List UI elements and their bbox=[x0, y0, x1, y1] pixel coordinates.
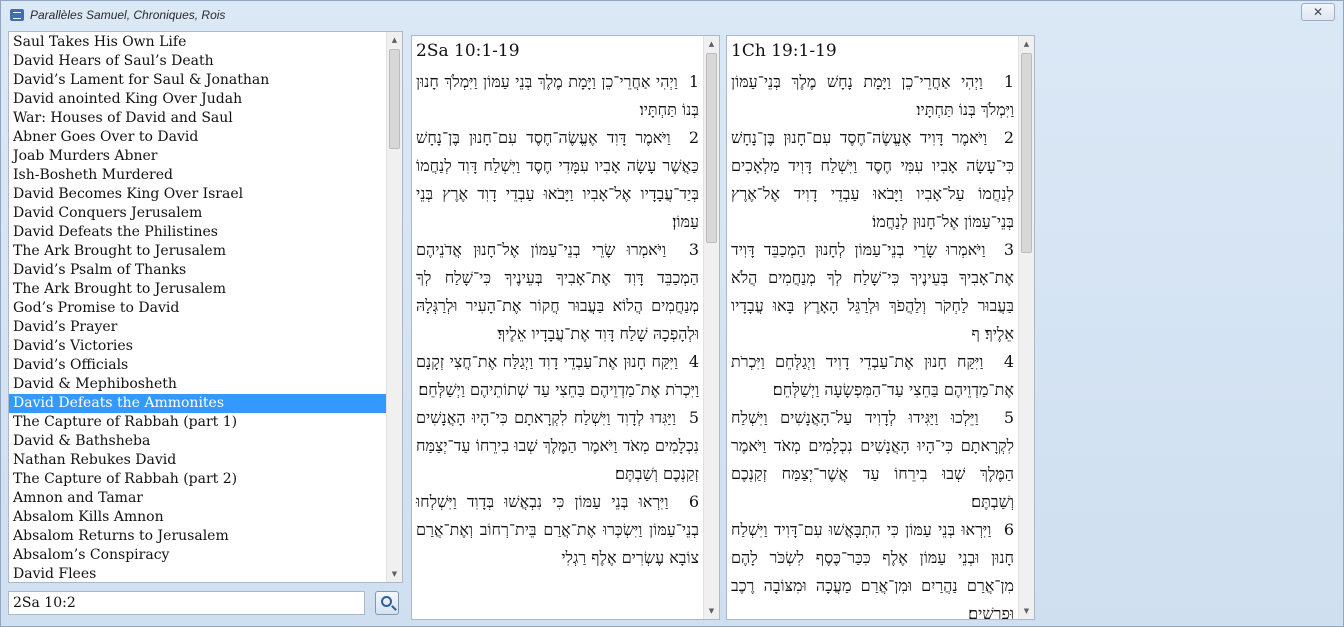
verse-text: וַיֹּאמְרוּ שָׂרֵי בְנֵי־עַמּוֹן אֶל־חָנ… bbox=[416, 240, 699, 343]
passage-text: 2Sa 10:1-19 1 וַיְהִי אַחֲרֵי־כֵן וַיָּמ… bbox=[412, 36, 703, 619]
list-item[interactable]: David’s Prayer bbox=[9, 318, 387, 337]
verse-text: וַיַּגִּדוּ לְדָוִד וַיִּשְׁלַח לִקְרָאת… bbox=[416, 408, 699, 483]
verse: 5 וַיֵּלְכוּ וַיַּגִּידוּ לְדָוִיד עַל־ה… bbox=[731, 404, 1014, 516]
verse: 6 וַיִּרְאוּ בְּנֵי עַמּוֹן כִּי הִתְבָּ… bbox=[731, 516, 1014, 619]
list-item[interactable]: David Conquers Jerusalem bbox=[9, 204, 387, 223]
scroll-down-arrow-icon[interactable]: ▼ bbox=[1019, 603, 1034, 619]
verse: 6 וַיִּרְאוּ בְּנֵי עַמּוֹן כִּי נִבְאֲש… bbox=[416, 488, 699, 572]
list-item[interactable]: The Capture of Rabbah (part 2) bbox=[9, 470, 387, 489]
verse-number: 2 bbox=[688, 128, 700, 147]
section-list[interactable]: Saul Takes His Own Life David Hears of Sa… bbox=[8, 31, 403, 583]
scroll-thumb[interactable] bbox=[706, 53, 717, 243]
passage-reference: 2Sa 10:1-19 bbox=[416, 41, 520, 61]
list-item[interactable]: The Ark Brought to Jerusalem bbox=[9, 280, 387, 299]
verse-number: 1 bbox=[688, 72, 700, 91]
passage-panel-chronicles[interactable]: 1Ch 19:1-19 1 וַיְהִי אַחֲרֵי־כֵן וַיָּמ… bbox=[726, 35, 1035, 620]
search-icon bbox=[381, 596, 392, 607]
verse-text: וַיֵּלְכוּ וַיַּגִּידוּ לְדָוִיד עַל־הָא… bbox=[731, 408, 1014, 511]
verse: 3 וַיֹּאמְרוּ שָׂרֵי בְנֵי־עַמּוֹן לְחָנ… bbox=[731, 236, 1014, 348]
list-item[interactable]: David’s Lament for Saul & Jonathan bbox=[9, 71, 387, 90]
verse: 3 וַיֹּאמְרוּ שָׂרֵי בְנֵי־עַמּוֹן אֶל־ח… bbox=[416, 236, 699, 348]
list-item[interactable]: The Capture of Rabbah (part 1) bbox=[9, 413, 387, 432]
verse-number: 3 bbox=[688, 240, 700, 259]
list-item[interactable]: God’s Promise to David bbox=[9, 299, 387, 318]
verse: 2 וַיֹּאמֶר דָּוִיד אֶעֱשֶׂה־חֶסֶד עִם־ח… bbox=[731, 124, 1014, 236]
verse-text: וַיִּקַּח חָנוּן אֶת־עַבְדֵי דָוִיד וַיְ… bbox=[731, 352, 1014, 399]
section-list-items: Saul Takes His Own Life David Hears of Sa… bbox=[9, 32, 387, 582]
verse-list: 1 וַיְהִי אַחֲרֵי־כֵן וַיָּמָת נָחָשׁ מֶ… bbox=[731, 68, 1014, 619]
verse: 1 וַיְהִי אַחֲרֵי־כֵן וַיָּמָת נָחָשׁ מֶ… bbox=[731, 68, 1014, 124]
list-item[interactable]: Saul Takes His Own Life bbox=[9, 33, 387, 52]
verse-number: 4 bbox=[688, 352, 699, 371]
verse-text: וַיֹּאמֶר דָּוִד אֶעֱשֶׂה־חֶסֶד עִם־חָנו… bbox=[416, 128, 699, 231]
list-item[interactable]: Absalom’s Conspiracy bbox=[9, 546, 387, 565]
verse-number: 1 bbox=[1003, 72, 1014, 91]
list-item[interactable]: Nathan Rebukes David bbox=[9, 451, 387, 470]
verse-text: וַיִּרְאוּ בְּנֵי עַמּוֹן כִּי הִתְבָּאֲ… bbox=[731, 520, 1014, 619]
list-item[interactable]: David Defeats the Philistines bbox=[9, 223, 387, 242]
verse-text: וַיְהִי אַחֲרֵי־כֵן וַיָּמָת מֶלֶךְ בְּנ… bbox=[416, 72, 699, 119]
verse-number: 6 bbox=[1003, 520, 1015, 539]
list-item[interactable]: David & Bathsheba bbox=[9, 432, 387, 451]
verse-number: 6 bbox=[688, 492, 700, 511]
search-button[interactable] bbox=[375, 591, 399, 615]
list-item[interactable]: David’s Officials bbox=[9, 356, 387, 375]
list-item[interactable]: David’s Psalm of Thanks bbox=[9, 261, 387, 280]
close-button[interactable]: ✕ bbox=[1301, 3, 1335, 21]
section-list-scrollbar[interactable]: ▲ ▼ bbox=[386, 32, 402, 582]
scroll-up-arrow-icon[interactable]: ▲ bbox=[1019, 36, 1034, 52]
list-item[interactable]: Absalom Kills Amnon bbox=[9, 508, 387, 527]
list-item[interactable]: Abner Goes Over to David bbox=[9, 128, 387, 147]
passage-scrollbar[interactable]: ▲ ▼ bbox=[1018, 36, 1034, 619]
list-item[interactable]: The Ark Brought to Jerusalem bbox=[9, 242, 387, 261]
list-item[interactable]: Joab Murders Abner bbox=[9, 147, 387, 166]
verse-text: וַיִּרְאוּ בְּנֵי עַמּוֹן כִּי נִבְאֲשׁו… bbox=[416, 492, 699, 567]
list-item[interactable]: War: Houses of David and Saul bbox=[9, 109, 387, 128]
passage-scrollbar[interactable]: ▲ ▼ bbox=[703, 36, 719, 619]
verse-number: 5 bbox=[688, 408, 700, 427]
list-item[interactable]: David & Mephibosheth bbox=[9, 375, 387, 394]
title-bar: Parallèles Samuel, Chroniques, Rois ✕ bbox=[1, 1, 1343, 31]
verse-number: 5 bbox=[1003, 408, 1014, 427]
app-window: Parallèles Samuel, Chroniques, Rois ✕ Sa… bbox=[0, 0, 1344, 627]
list-item[interactable]: David Flees bbox=[9, 565, 387, 582]
verse-number: 2 bbox=[1003, 128, 1014, 147]
window-title: Parallèles Samuel, Chroniques, Rois bbox=[30, 8, 226, 22]
scroll-up-arrow-icon[interactable]: ▲ bbox=[387, 32, 402, 48]
app-icon bbox=[10, 9, 24, 21]
verse: 4 וַיִּקַּח חָנוּן אֶת־עַבְדֵי דָוִיד וַ… bbox=[731, 348, 1014, 404]
verse: 4 וַיִּקַּח חָנוּן אֶת־עַבְדֵי דָוִד וַי… bbox=[416, 348, 699, 404]
verse-list: 1 וַיְהִי אַחֲרֵי־כֵן וַיָּמָת מֶלֶךְ בְ… bbox=[416, 68, 699, 572]
scroll-down-arrow-icon[interactable]: ▼ bbox=[387, 566, 402, 582]
passage-reference: 1Ch 19:1-19 bbox=[731, 41, 837, 61]
verse-text: וַיֹּאמְרוּ שָׂרֵי בְנֵי־עַמּוֹן לְחָנוּ… bbox=[731, 240, 1014, 343]
list-item[interactable]: David Becomes King Over Israel bbox=[9, 185, 387, 204]
verse: 1 וַיְהִי אַחֲרֵי־כֵן וַיָּמָת מֶלֶךְ בְ… bbox=[416, 68, 699, 124]
verse-text: וַיְהִי אַחֲרֵי־כֵן וַיָּמָת נָחָשׁ מֶלֶ… bbox=[731, 72, 1014, 119]
verse-number: 3 bbox=[1003, 240, 1015, 259]
scroll-thumb[interactable] bbox=[389, 49, 400, 149]
list-item[interactable]: David’s Victories bbox=[9, 337, 387, 356]
scroll-down-arrow-icon[interactable]: ▼ bbox=[704, 603, 719, 619]
scroll-up-arrow-icon[interactable]: ▲ bbox=[704, 36, 719, 52]
passage-text: 1Ch 19:1-19 1 וַיְהִי אַחֲרֵי־כֵן וַיָּמ… bbox=[727, 36, 1018, 619]
verse-text: וַיֹּאמֶר דָּוִיד אֶעֱשֶׂה־חֶסֶד עִם־חָנ… bbox=[731, 128, 1014, 231]
list-item[interactable]: David Defeats the Ammonites bbox=[9, 394, 386, 413]
list-item[interactable]: Amnon and Tamar bbox=[9, 489, 387, 508]
verse-number: 4 bbox=[1003, 352, 1014, 371]
scroll-thumb[interactable] bbox=[1021, 53, 1032, 253]
reference-input[interactable] bbox=[8, 591, 365, 615]
list-item[interactable]: David anointed King Over Judah bbox=[9, 90, 387, 109]
verse: 5 וַיַּגִּדוּ לְדָוִד וַיִּשְׁלַח לִקְרָ… bbox=[416, 404, 699, 488]
verse-text: וַיִּקַּח חָנוּן אֶת־עַבְדֵי דָוִד וַיְג… bbox=[416, 352, 699, 399]
list-item[interactable]: Ish-Bosheth Murdered bbox=[9, 166, 387, 185]
list-item[interactable]: David Hears of Saul’s Death bbox=[9, 52, 387, 71]
verse: 2 וַיֹּאמֶר דָּוִד אֶעֱשֶׂה־חֶסֶד עִם־חָ… bbox=[416, 124, 699, 236]
list-item[interactable]: Absalom Returns to Jerusalem bbox=[9, 527, 387, 546]
passage-panel-samuel[interactable]: 2Sa 10:1-19 1 וַיְהִי אַחֲרֵי־כֵן וַיָּמ… bbox=[411, 35, 720, 620]
